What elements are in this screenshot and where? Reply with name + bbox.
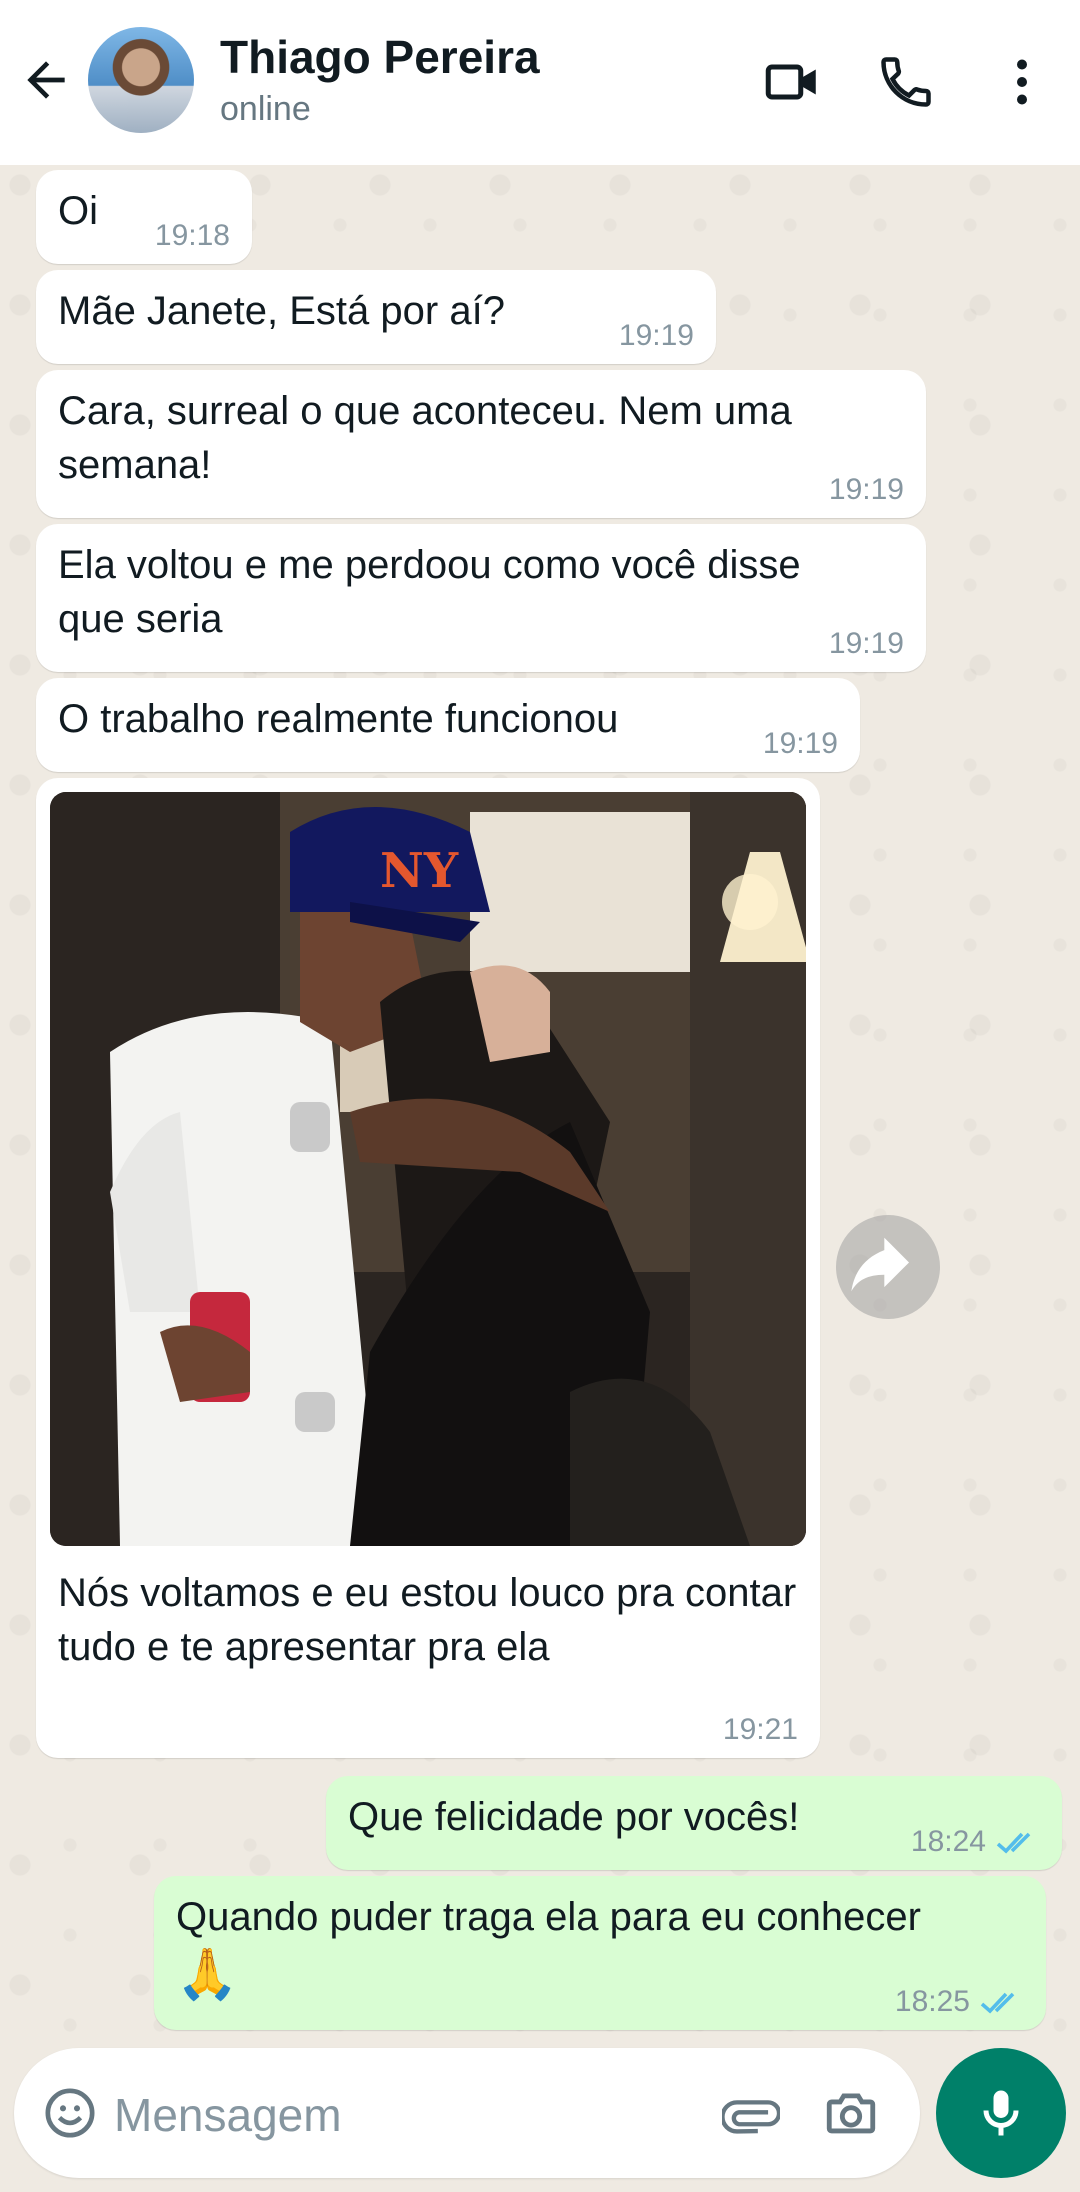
attach-icon[interactable] <box>722 2085 780 2143</box>
svg-text:NY: NY <box>380 843 459 899</box>
message-text: O trabalho realmente funcionou <box>58 697 619 741</box>
message-bubble[interactable]: Mãe Janete, Está por aí? 19:19 <box>36 270 716 364</box>
video-call-icon[interactable] <box>762 52 822 112</box>
message-input[interactable]: Mensagem <box>114 2088 342 2142</box>
message-text: Mãe Janete, Está por aí? <box>58 289 505 333</box>
message-time: 19:19 <box>618 319 694 352</box>
chat-header: Thiago Pereira online <box>0 0 1080 165</box>
message-text: Ela voltou e me perdoou como você disse … <box>58 543 801 641</box>
microphone-icon <box>983 2090 1019 2136</box>
outgoing-message-bubble[interactable]: Que felicidade por vocês! 18:24 <box>326 1776 1062 1870</box>
camera-icon[interactable] <box>822 2085 880 2143</box>
outgoing-message-bubble[interactable]: Quando puder traga ela para eu conhecer … <box>154 1876 1046 2030</box>
image-message-bubble[interactable]: NY Nós voltamos e eu estou louco pra con… <box>36 778 820 1758</box>
forward-icon <box>851 1237 910 1292</box>
emoji-icon[interactable] <box>42 2085 98 2141</box>
couple-photo-image: NY <box>50 792 806 1546</box>
message-time: 19:21 <box>722 1713 798 1746</box>
message-text: Que felicidade por vocês! <box>348 1795 800 1839</box>
message-bubble[interactable]: Oi 19:18 <box>36 170 252 264</box>
message-time: 19:19 <box>828 473 904 506</box>
message-bubble[interactable]: Cara, surreal o que aconteceu. Nem uma s… <box>36 370 926 518</box>
message-bubble[interactable]: Ela voltou e me perdoou como você disse … <box>36 524 926 672</box>
more-options-icon[interactable] <box>992 52 1052 112</box>
back-arrow-icon[interactable] <box>18 52 74 108</box>
forward-button[interactable] <box>836 1215 940 1319</box>
contact-name[interactable]: Thiago Pereira <box>220 30 540 84</box>
message-time: 18:25 <box>894 1985 970 2018</box>
message-text: Cara, surreal o que aconteceu. Nem uma s… <box>58 389 792 487</box>
message-time-status: 18:25 <box>895 1984 1024 2020</box>
message-composer: Mensagem <box>14 2048 920 2178</box>
message-bubble[interactable]: O trabalho realmente funcionou 19:19 <box>36 678 860 772</box>
message-time: 19:18 <box>154 219 230 252</box>
message-time: 18:24 <box>910 1825 986 1858</box>
contact-status: online <box>220 90 311 128</box>
message-time-status: 18:24 <box>911 1824 1040 1860</box>
voice-call-icon[interactable] <box>876 52 936 112</box>
message-text: Quando puder traga ela para eu conhecer <box>176 1895 921 1939</box>
double-check-read-icon <box>996 1832 1031 1854</box>
shared-photo[interactable]: NY <box>50 792 806 1546</box>
contact-avatar[interactable] <box>88 27 194 133</box>
message-time: 19:19 <box>762 727 838 760</box>
double-check-read-icon <box>980 1992 1015 2014</box>
image-caption: Nós voltamos e eu estou louco pra contar… <box>58 1571 797 1669</box>
voice-message-button[interactable] <box>936 2048 1066 2178</box>
message-time: 19:19 <box>828 627 904 660</box>
